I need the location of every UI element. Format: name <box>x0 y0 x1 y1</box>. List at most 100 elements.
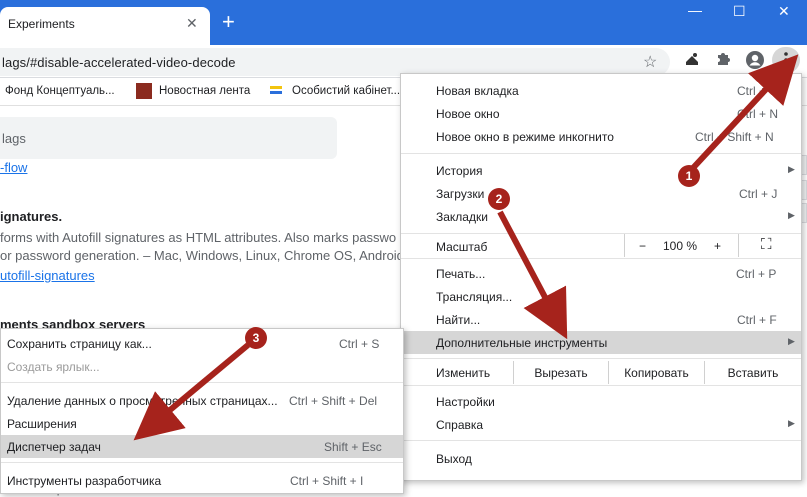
menu-item-create-shortcut: Создать ярлык... <box>1 355 403 378</box>
menu-item-history[interactable]: История ▶ <box>401 159 801 182</box>
flag-link[interactable]: utofill-signatures <box>0 268 95 283</box>
menu-item-label: Закладки <box>436 210 488 224</box>
menu-divider <box>401 358 801 359</box>
menu-item-shortcut: Ctrl + N <box>737 107 779 121</box>
zoom-out-button[interactable]: − <box>639 239 646 253</box>
tab-title: Experiments <box>8 17 75 31</box>
menu-item-shortcut: Ctrl + F <box>737 313 777 327</box>
menu-item-label: Дополнительные инструменты <box>436 336 608 350</box>
submenu-arrow-icon: ▶ <box>788 418 795 428</box>
menu-item-new-tab[interactable]: Новая вкладка Ctrl + T <box>401 79 801 102</box>
menu-item-bookmarks[interactable]: Закладки ▶ <box>401 205 801 228</box>
paste-button[interactable]: Вставить <box>704 361 801 384</box>
new-tab-button[interactable]: + <box>222 10 235 34</box>
menu-divider <box>401 440 801 441</box>
menu-item-label: Новое окно <box>436 107 500 121</box>
menu-item-print[interactable]: Печать... Ctrl + P <box>401 262 801 285</box>
menu-item-label: Диспетчер задач <box>7 440 101 454</box>
menu-item-more-tools[interactable]: Дополнительные инструменты ▶ <box>401 331 801 354</box>
menu-item-shortcut: Ctrl + J <box>739 187 778 201</box>
menu-divider <box>401 153 801 154</box>
tab-experiments[interactable]: Experiments ✕ <box>0 7 210 45</box>
menu-item-label: Инструменты разработчика <box>7 474 162 488</box>
menu-item-help[interactable]: Справка ▶ <box>401 413 801 436</box>
menu-item-label: Загрузки <box>436 187 485 201</box>
flags-search-input[interactable]: lags <box>0 117 337 159</box>
menu-item-shortcut: Ctrl + Shift + Del <box>289 394 378 408</box>
more-tools-submenu: Сохранить страницу как... Ctrl + S Созда… <box>0 328 404 494</box>
menu-item-label: Печать... <box>436 267 486 281</box>
menu-item-save-page[interactable]: Сохранить страницу как... Ctrl + S <box>1 332 403 355</box>
menu-item-exit[interactable]: Выход <box>401 447 801 470</box>
chrome-main-menu: Новая вкладка Ctrl + T Новое окно Ctrl +… <box>400 73 802 481</box>
menu-item-label: Найти... <box>436 313 481 327</box>
menu-edit-row: Изменить Вырезать Копировать Вставить <box>401 361 801 384</box>
copy-label: Копировать <box>624 366 689 380</box>
bookmark-favicon-icon <box>136 83 152 99</box>
menu-item-shortcut: Ctrl + P <box>736 267 777 281</box>
tab-close-icon[interactable]: ✕ <box>186 15 198 32</box>
flag-description: or password generation. – Mac, Windows, … <box>0 248 404 263</box>
menu-divider <box>1 382 403 383</box>
menu-item-downloads[interactable]: Загрузки Ctrl + J <box>401 182 801 205</box>
zoom-in-button[interactable]: + <box>714 239 721 253</box>
menu-item-label: Настройки <box>436 395 495 409</box>
menu-item-label: Расширения <box>7 417 77 431</box>
menu-item-label: Справка <box>436 418 484 432</box>
flag-title: ignatures. <box>0 209 63 224</box>
menu-item-label: Новая вкладка <box>436 84 519 98</box>
menu-item-incognito[interactable]: Новое окно в режиме инкогнито Ctrl + Shi… <box>401 125 801 148</box>
address-bar[interactable]: lags/#disable-accelerated-video-decode ☆ <box>0 48 670 76</box>
menu-item-find[interactable]: Найти... Ctrl + F <box>401 308 801 331</box>
window-close-icon[interactable]: ✕ <box>778 3 790 20</box>
menu-divider <box>1 462 403 463</box>
profile-avatar-icon[interactable] <box>745 50 765 75</box>
menu-item-extensions[interactable]: Расширения <box>1 412 403 435</box>
bookmark-star-icon[interactable]: ☆ <box>643 52 657 72</box>
menu-item-label: Трансляция... <box>436 290 513 304</box>
menu-divider <box>401 385 801 386</box>
menu-item-clear-data[interactable]: Удаление данных о просмотренных страница… <box>1 389 403 412</box>
menu-item-shortcut: Shift + Esc <box>324 440 382 454</box>
submenu-arrow-icon: ▶ <box>788 210 795 220</box>
menu-item-label: История <box>436 164 483 178</box>
zoom-value: 100 % <box>663 239 698 253</box>
flag-link[interactable]: -flow <box>0 160 27 175</box>
fullscreen-icon[interactable]: ⛶ <box>761 236 772 253</box>
search-placeholder: lags <box>2 131 26 146</box>
menu-divider <box>401 258 801 259</box>
menu-item-label: Выход <box>436 452 472 466</box>
menu-item-cast[interactable]: Трансляция... <box>401 285 801 308</box>
menu-item-label: Удаление данных о просмотренных страница… <box>7 394 278 408</box>
bookmark-favicon-icon <box>268 83 284 99</box>
puzzle-extensions-icon[interactable] <box>714 50 732 73</box>
minimize-icon[interactable]: — <box>688 2 702 18</box>
menu-item-shortcut: Ctrl + T <box>737 84 777 98</box>
menu-item-shortcut: Ctrl + Shift + I <box>290 474 364 488</box>
menu-item-dev-tools[interactable]: Инструменты разработчика Ctrl + Shift + … <box>1 469 403 492</box>
bookmark-item[interactable]: Новостная лента <box>159 85 250 97</box>
cut-label: Вырезать <box>534 366 588 380</box>
url-text[interactable]: lags/#disable-accelerated-video-decode <box>2 55 236 70</box>
menu-item-settings[interactable]: Настройки <box>401 390 801 413</box>
menu-item-label: Сохранить страницу как... <box>7 337 152 351</box>
edit-label: Изменить <box>436 366 491 380</box>
bookmark-item[interactable]: Фонд Концептуаль... <box>5 85 115 97</box>
annotation-badge: 1 <box>678 165 700 187</box>
maximize-icon[interactable]: ☐ <box>733 3 746 20</box>
chrome-menu-button[interactable] <box>772 47 800 73</box>
paste-label: Вставить <box>727 366 779 380</box>
copy-button[interactable]: Копировать <box>608 361 704 384</box>
menu-item-label: Создать ярлык... <box>7 360 100 374</box>
annotation-badge: 2 <box>488 188 510 210</box>
cut-button[interactable]: Вырезать <box>513 361 608 384</box>
menu-zoom-row: Масштаб − 100 % + ⛶ <box>401 234 801 257</box>
menu-item-task-manager[interactable]: Диспетчер задач Shift + Esc <box>1 435 403 458</box>
bookmark-item[interactable]: Особистий кабінет... <box>292 85 400 97</box>
submenu-arrow-icon: ▶ <box>788 164 795 174</box>
submenu-arrow-icon: ▶ <box>788 336 795 346</box>
menu-item-new-window[interactable]: Новое окно Ctrl + N <box>401 102 801 125</box>
title-bar: Experiments ✕ + — ☐ ✕ <box>0 0 807 45</box>
flag-description: forms with Autofill signatures as HTML a… <box>0 230 397 245</box>
extension-icon[interactable] <box>683 50 701 73</box>
